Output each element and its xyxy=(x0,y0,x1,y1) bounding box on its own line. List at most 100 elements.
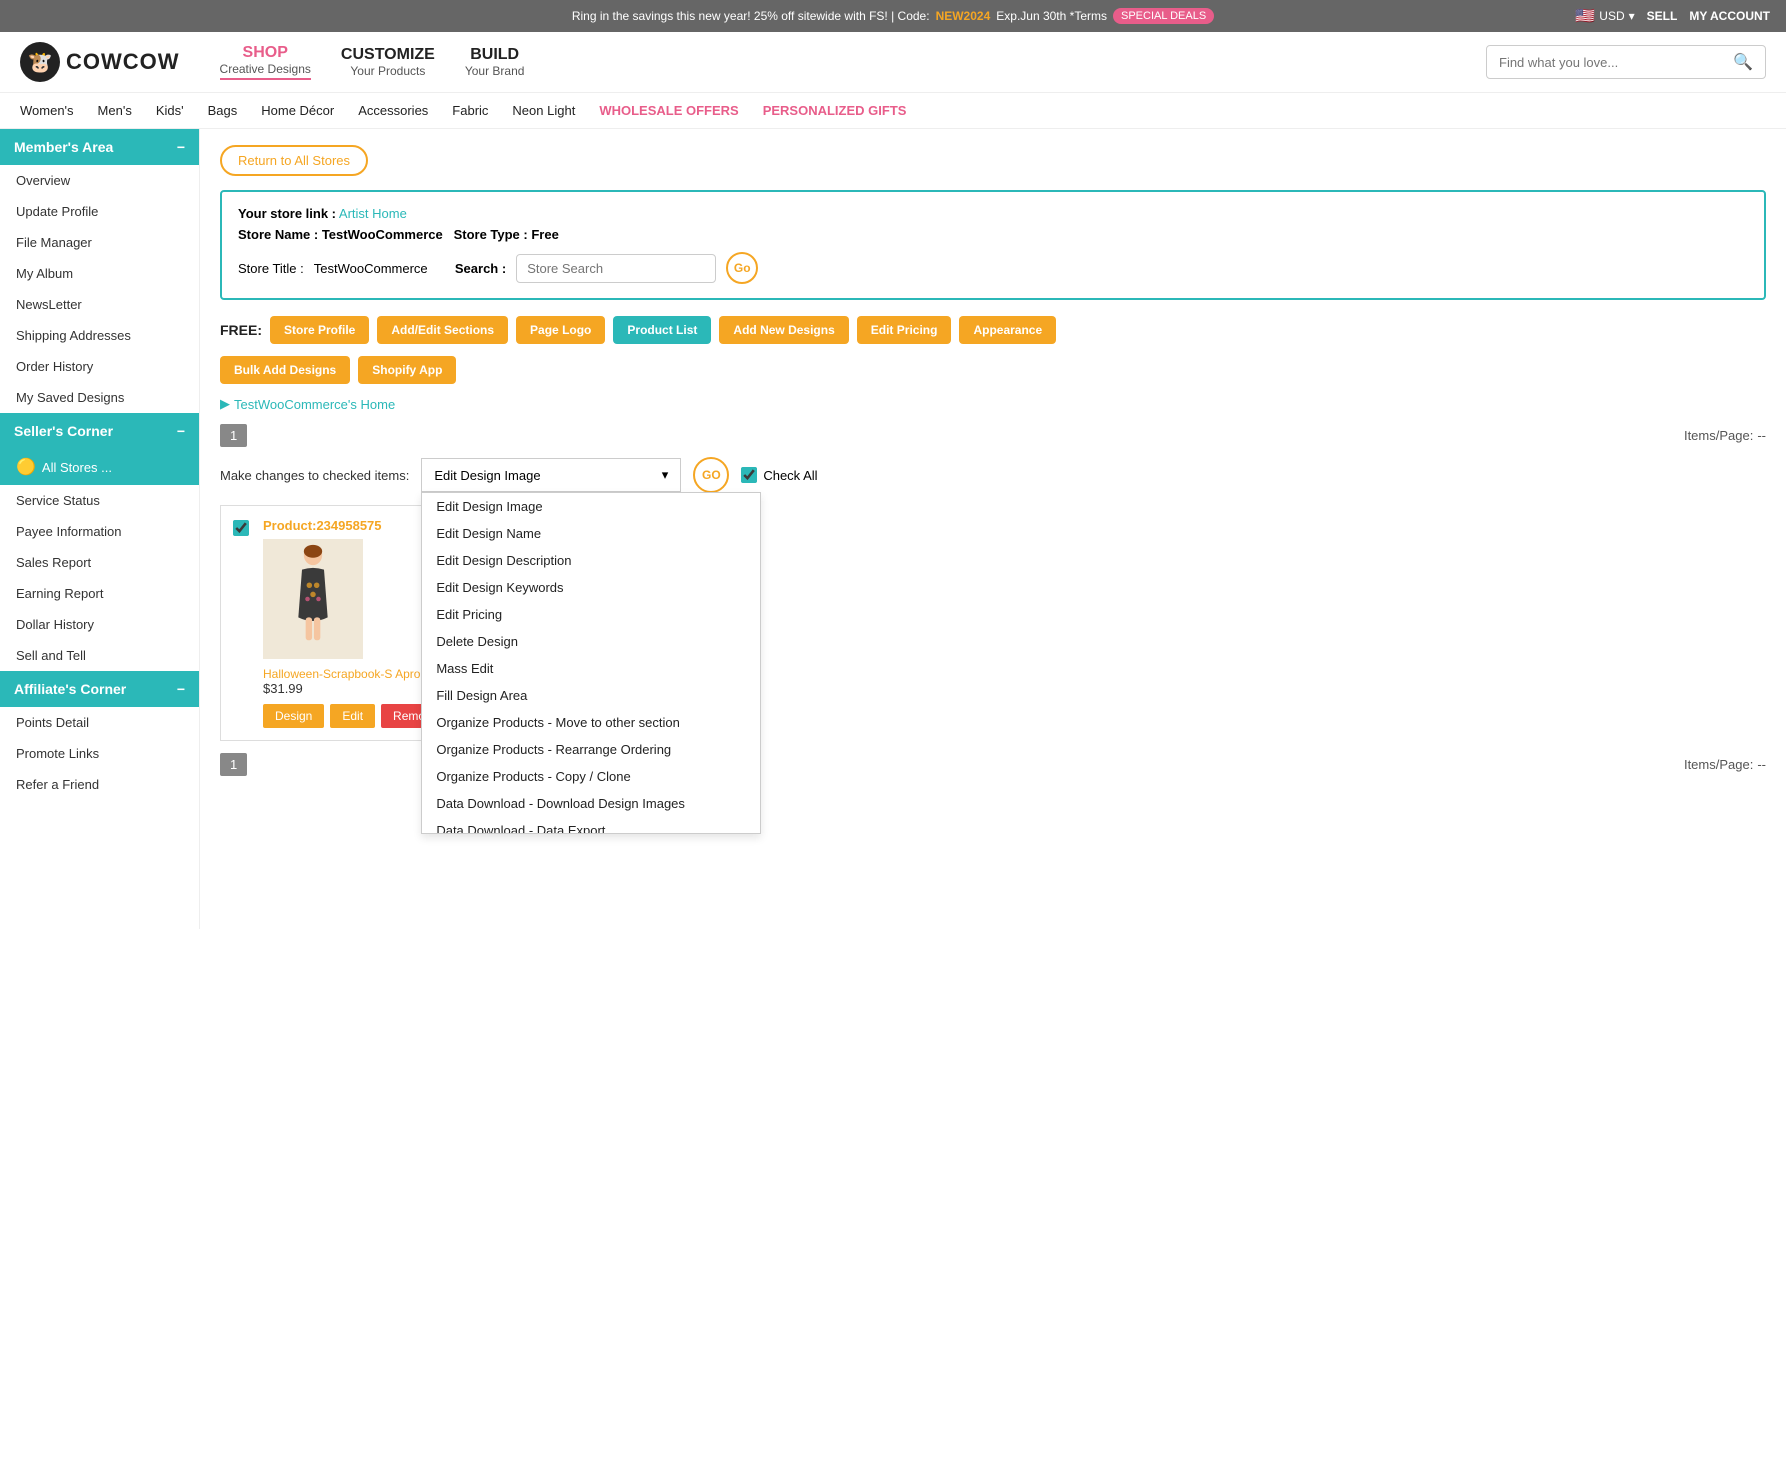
main-layout: Member's Area − Overview Update Profile … xyxy=(0,129,1786,929)
bulk-add-designs-button[interactable]: Bulk Add Designs xyxy=(220,356,350,384)
sidebar-item-overview[interactable]: Overview xyxy=(0,165,199,196)
sidebar-item-service-status[interactable]: Service Status xyxy=(0,485,199,516)
members-area-toggle: − xyxy=(177,139,185,155)
design-button[interactable]: Design xyxy=(263,704,324,728)
sell-link[interactable]: SELL xyxy=(1647,9,1678,23)
page-logo-button[interactable]: Page Logo xyxy=(516,316,605,344)
sidebar-item-payee-info[interactable]: Payee Information xyxy=(0,516,199,547)
sidebar-item-all-stores[interactable]: 🟡 All Stores ... xyxy=(0,449,199,485)
store-link[interactable]: Artist Home xyxy=(339,206,407,221)
sidebar-item-refer-friend[interactable]: Refer a Friend xyxy=(0,769,199,800)
cat-womens[interactable]: Women's xyxy=(20,103,74,118)
cat-neon-light[interactable]: Neon Light xyxy=(512,103,575,118)
action-buttons-row: FREE: Store Profile Add/Edit Sections Pa… xyxy=(220,316,1766,344)
add-edit-sections-button[interactable]: Add/Edit Sections xyxy=(377,316,508,344)
check-all-wrapper: Check All xyxy=(741,467,817,483)
edit-button[interactable]: Edit xyxy=(330,704,375,728)
nav-customize[interactable]: CUSTOMIZE Your Products xyxy=(341,46,435,78)
top-right-bar: 🇺🇸 USD ▾ SELL MY ACCOUNT xyxy=(1575,6,1770,26)
dropdown-selected-value: Edit Design Image xyxy=(434,468,661,483)
sidebar-item-dollar-history[interactable]: Dollar History xyxy=(0,609,199,640)
members-area-label: Member's Area xyxy=(14,139,113,155)
announcement-text: Ring in the savings this new year! 25% o… xyxy=(572,9,930,23)
dropdown-item-3[interactable]: Edit Design Keywords xyxy=(422,574,760,601)
dropdown-item-7[interactable]: Fill Design Area xyxy=(422,682,760,709)
cat-wholesale[interactable]: WHOLESALE OFFERS xyxy=(599,103,738,118)
store-type-value: Free xyxy=(531,227,558,242)
category-nav: Women's Men's Kids' Bags Home Décor Acce… xyxy=(0,93,1786,129)
cat-accessories[interactable]: Accessories xyxy=(358,103,428,118)
dropdown-item-10[interactable]: Organize Products - Copy / Clone xyxy=(422,763,760,790)
check-all-checkbox[interactable] xyxy=(741,467,757,483)
search-icon[interactable]: 🔍 xyxy=(1733,52,1753,72)
affiliates-corner-header[interactable]: Affiliate's Corner − xyxy=(0,671,199,707)
sidebar-item-order-history[interactable]: Order History xyxy=(0,351,199,382)
nav-build[interactable]: BUILD Your Brand xyxy=(465,46,525,78)
my-account-link[interactable]: MY ACCOUNT xyxy=(1689,9,1770,23)
pacman-icon: 🟡 xyxy=(16,457,36,477)
dropdown-item-6[interactable]: Mass Edit xyxy=(422,655,760,682)
return-to-all-stores-button[interactable]: Return to All Stores xyxy=(220,145,368,176)
store-home-link-text: TestWooCommerce's Home xyxy=(234,397,395,412)
product-checkbox[interactable] xyxy=(233,520,249,536)
store-title-row: Store Title : TestWooCommerce Search : G… xyxy=(238,252,1748,284)
cat-personalized[interactable]: PERSONALIZED GIFTS xyxy=(763,103,907,118)
dropdown-item-11[interactable]: Data Download - Download Design Images xyxy=(422,790,760,817)
items-per-page-top: Items/Page: -- xyxy=(1684,428,1766,443)
promo-code: NEW2024 xyxy=(936,9,991,23)
cat-bags[interactable]: Bags xyxy=(208,103,238,118)
store-profile-button[interactable]: Store Profile xyxy=(270,316,369,344)
dropdown-scrollable[interactable]: Edit Design Image Edit Design Name Edit … xyxy=(422,493,760,833)
dropdown-item-1[interactable]: Edit Design Name xyxy=(422,520,760,547)
shopify-app-button[interactable]: Shopify App xyxy=(358,356,456,384)
header-search-bar[interactable]: 🔍 xyxy=(1486,45,1766,79)
sidebar-item-file-manager[interactable]: File Manager xyxy=(0,227,199,258)
nav-shop-main: SHOP xyxy=(220,44,311,62)
sidebar-item-update-profile[interactable]: Update Profile xyxy=(0,196,199,227)
dropdown-item-5[interactable]: Delete Design xyxy=(422,628,760,655)
sidebar-item-my-album[interactable]: My Album xyxy=(0,258,199,289)
cat-home-decor[interactable]: Home Décor xyxy=(261,103,334,118)
members-area-header[interactable]: Member's Area − xyxy=(0,129,199,165)
cat-mens[interactable]: Men's xyxy=(98,103,132,118)
dropdown-item-12[interactable]: Data Download - Data Export xyxy=(422,817,760,833)
sidebar-item-sell-and-tell[interactable]: Sell and Tell xyxy=(0,640,199,671)
sellers-corner-header[interactable]: Seller's Corner − xyxy=(0,413,199,449)
sidebar-item-saved-designs[interactable]: My Saved Designs xyxy=(0,382,199,413)
nav-shop[interactable]: SHOP Creative Designs xyxy=(220,44,311,80)
affiliates-corner-label: Affiliate's Corner xyxy=(14,681,126,697)
store-search-go-button[interactable]: Go xyxy=(726,252,758,284)
sidebar-item-shipping[interactable]: Shipping Addresses xyxy=(0,320,199,351)
edit-pricing-button[interactable]: Edit Pricing xyxy=(857,316,952,344)
sidebar-item-sales-report[interactable]: Sales Report xyxy=(0,547,199,578)
product-list-button[interactable]: Product List xyxy=(613,316,711,344)
cat-kids[interactable]: Kids' xyxy=(156,103,184,118)
dropdown-item-2[interactable]: Edit Design Description xyxy=(422,547,760,574)
add-new-designs-button[interactable]: Add New Designs xyxy=(719,316,848,344)
page-number-top: 1 xyxy=(220,424,247,447)
bulk-go-button[interactable]: GO xyxy=(693,457,729,493)
logo[interactable]: 🐮 COWCOW xyxy=(20,42,180,82)
dropdown-item-0[interactable]: Edit Design Image xyxy=(422,493,760,520)
currency-selector[interactable]: 🇺🇸 USD ▾ xyxy=(1575,6,1634,26)
sidebar-item-earning-report[interactable]: Earning Report xyxy=(0,578,199,609)
dropdown-item-8[interactable]: Organize Products - Move to other sectio… xyxy=(422,709,760,736)
appearance-button[interactable]: Appearance xyxy=(959,316,1056,344)
cat-fabric[interactable]: Fabric xyxy=(452,103,488,118)
store-search-input[interactable] xyxy=(516,254,716,283)
header-search-input[interactable] xyxy=(1499,55,1733,70)
dropdown-item-4[interactable]: Edit Pricing xyxy=(422,601,760,628)
store-name-row: Store Name : TestWooCommerce Store Type … xyxy=(238,227,1748,242)
sidebar-item-newsletter[interactable]: NewsLetter xyxy=(0,289,199,320)
store-title-label: Store Title : xyxy=(238,261,304,276)
page-number-bottom: 1 xyxy=(220,753,247,776)
nav-shop-underline xyxy=(220,78,311,80)
special-deals-badge[interactable]: SPECIAL DEALS xyxy=(1113,8,1214,24)
search-label: Search : xyxy=(455,261,506,276)
sidebar-item-promote-links[interactable]: Promote Links xyxy=(0,738,199,769)
dropdown-trigger[interactable]: Edit Design Image ▾ xyxy=(421,458,681,492)
items-per-page-top-row: 1 Items/Page: -- xyxy=(220,424,1766,447)
store-home-link[interactable]: ▶ TestWooCommerce's Home xyxy=(220,396,1766,412)
sidebar-item-points-detail[interactable]: Points Detail xyxy=(0,707,199,738)
dropdown-item-9[interactable]: Organize Products - Rearrange Ordering xyxy=(422,736,760,763)
